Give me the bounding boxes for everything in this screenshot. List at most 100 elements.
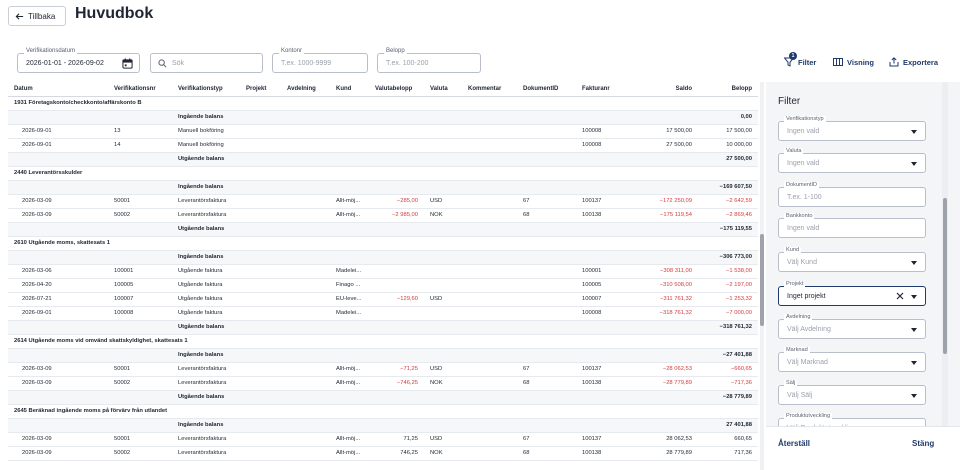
column-header[interactable]: Avdelning — [281, 82, 330, 97]
balance-row[interactable]: Utgående balans 27 500,00 — [8, 152, 758, 167]
column-header[interactable]: Verifikationsnr — [108, 82, 172, 97]
table-cell: −1 538,00 — [698, 264, 758, 279]
columns-icon — [833, 58, 843, 66]
table-cell — [517, 292, 576, 307]
table-cell — [462, 278, 517, 293]
balance-row[interactable]: Ingående balans 0,00 — [8, 110, 758, 125]
reset-button[interactable]: Återställ — [778, 439, 810, 448]
account-group-row[interactable]: 2440 Leverantörsskulder — [8, 166, 758, 181]
amount-input[interactable]: T.ex. 100-200 — [386, 60, 428, 67]
column-header[interactable]: Belopp — [698, 82, 758, 97]
filter-field-value[interactable]: Välj Marknad — [787, 359, 828, 366]
filter-field-valuta[interactable]: Valuta Ingen vald — [778, 148, 926, 173]
table-row[interactable]: 2026-09-01 100008 Utgående faktura Madelei.… — [8, 306, 758, 321]
table-cell — [424, 306, 462, 321]
column-header[interactable]: Saldo — [636, 82, 698, 97]
amount-field[interactable]: Belopp T.ex. 100-200 — [377, 48, 481, 73]
table-cell — [240, 138, 281, 153]
filter-field-value[interactable]: Ingen vald — [787, 225, 819, 232]
balance-label: Ingående balans — [172, 250, 698, 265]
filter-field-verifikationstyp[interactable]: Verifikationstyp Ingen vald — [778, 116, 926, 141]
table-cell — [517, 138, 576, 153]
account-group-row[interactable]: 1931 Företagskonto/checkkonto/affärskont… — [8, 96, 758, 111]
back-button[interactable]: Tillbaka — [8, 6, 66, 26]
close-button[interactable]: Stäng — [912, 439, 934, 448]
filter-field-value[interactable]: Ingen vald — [787, 128, 819, 135]
table-row[interactable]: 2026-03-06 100001 Utgående faktura Madelei.… — [8, 264, 758, 279]
column-header[interactable]: Verifikationstyp — [172, 82, 240, 97]
filter-field-marknad[interactable]: Marknad Välj Marknad — [778, 347, 926, 372]
table-row[interactable]: 2026-03-09 50002 Leverantörsfaktura Allt-mö… — [8, 376, 758, 391]
column-header[interactable]: Valuta — [424, 82, 462, 97]
column-header[interactable]: DokumentID — [517, 82, 576, 97]
chevron-down-icon[interactable] — [911, 361, 917, 365]
balance-row[interactable]: Ingående balans −27 401,88 — [8, 348, 758, 363]
table-row[interactable]: 2026-07-21 100007 Utgående faktura EU-leve.… — [8, 292, 758, 307]
table-cell: −660,65 — [698, 362, 758, 377]
filter-field-value[interactable]: Välj Kund — [787, 259, 817, 266]
filter-field-projekt[interactable]: Projekt Inget projekt — [778, 281, 926, 306]
column-header[interactable]: Projekt — [240, 82, 281, 97]
column-header[interactable]: Fakturanr — [576, 82, 636, 97]
chevron-down-icon[interactable] — [911, 162, 917, 166]
table-row[interactable]: 2026-03-09 50001 Leverantörsfaktura Allt-mö… — [8, 194, 758, 209]
search-field[interactable]: Sök — [150, 53, 263, 73]
column-header[interactable]: Kund — [330, 82, 369, 97]
balance-spacer — [8, 390, 172, 405]
filter-field-value[interactable]: Välj Sälj — [787, 392, 812, 399]
clear-icon[interactable] — [895, 291, 905, 301]
table-cell — [462, 306, 517, 321]
table-row[interactable]: 2026-03-09 50001 Leverantörsfaktura Allt-mö… — [8, 432, 758, 447]
chevron-down-icon[interactable] — [911, 394, 917, 398]
filter-field-dokumentid[interactable]: DokumentID T.ex. 1-100 — [778, 182, 926, 207]
table-row[interactable]: 2026-09-01 13 Manuell bokföring 100008 17 50… — [8, 124, 758, 139]
filter-field-s-lj[interactable]: Sälj Välj Sälj — [778, 380, 926, 405]
table-cell: −717,36 — [698, 376, 758, 391]
chevron-down-icon[interactable] — [911, 130, 917, 134]
filter-field-avdelning[interactable]: Avdelning Välj Avdelning — [778, 314, 926, 339]
filter-field-value[interactable]: T.ex. 1-100 — [787, 194, 822, 201]
table-row[interactable]: 2026-09-01 14 Manuell bokföring 100008 27 50… — [8, 138, 758, 153]
table-cell: 67 — [517, 432, 576, 447]
column-header[interactable]: Datum — [8, 82, 108, 97]
table-scrollbar-thumb[interactable] — [760, 234, 764, 326]
account-group-row[interactable]: 2645 Beräknad ingående moms på förvärv f… — [8, 404, 758, 419]
table-scrollbar[interactable] — [760, 82, 764, 470]
table-cell: 71,25 — [369, 432, 424, 447]
balance-row[interactable]: Utgående balans −318 761,32 — [8, 320, 758, 335]
filter-field-value[interactable]: Välj Avdelning — [787, 326, 831, 333]
filter-panel-scrollbar-thumb[interactable] — [943, 198, 947, 354]
balance-row[interactable]: Ingående balans −169 607,50 — [8, 180, 758, 195]
column-header[interactable]: Kommentar — [462, 82, 517, 97]
column-header[interactable]: Valutabelopp — [369, 82, 424, 97]
account-input[interactable]: T.ex. 1000-9999 — [281, 60, 331, 67]
balance-amount: −306 773,00 — [698, 250, 758, 265]
balance-row[interactable]: Ingående balans −306 773,00 — [8, 250, 758, 265]
account-group-row[interactable]: 2614 Utgående moms vid omvänd skattskyld… — [8, 334, 758, 349]
view-button[interactable]: Visning — [833, 57, 874, 67]
table-row[interactable]: 2026-03-09 50002 Leverantörsfaktura Allt-mö… — [8, 208, 758, 223]
balance-row[interactable]: Ingående balans 27 401,88 — [8, 418, 758, 433]
filter-field-value[interactable]: Inget projekt — [787, 293, 826, 300]
filter-field-bankkonto[interactable]: Bankkonto Ingen vald — [778, 213, 926, 238]
export-button[interactable]: Exportera — [889, 57, 938, 67]
date-range-field[interactable]: Verifikationsdatum 2026-01-01 - 2026-09-… — [17, 48, 140, 73]
account-field[interactable]: Kontonr T.ex. 1000-9999 — [272, 48, 368, 73]
balance-row[interactable]: Utgående balans −28 779,89 — [8, 390, 758, 405]
account-group-row[interactable]: 2610 Utgående moms, skattesats 1 — [8, 236, 758, 251]
balance-row[interactable]: Utgående balans −175 119,55 — [8, 222, 758, 237]
search-input[interactable]: Sök — [172, 60, 184, 67]
table-cell: Allt-möj... — [330, 194, 369, 209]
chevron-down-icon[interactable] — [911, 295, 917, 299]
filter-panel-scrollbar[interactable] — [942, 82, 948, 426]
chevron-down-icon[interactable] — [911, 261, 917, 265]
chevron-down-icon[interactable] — [911, 328, 917, 332]
table-row[interactable]: 2026-04-20 100005 Utgående faktura Finago .… — [8, 278, 758, 293]
filter-field-value[interactable]: Ingen vald — [787, 160, 819, 167]
filter-button[interactable]: 1 Filter — [783, 52, 816, 67]
table-cell — [281, 208, 330, 223]
table-row[interactable]: 2026-03-09 50002 Leverantörsfaktura Allt-mö… — [8, 446, 758, 461]
filter-field-kund[interactable]: Kund Välj Kund — [778, 247, 926, 272]
calendar-icon[interactable] — [122, 58, 133, 69]
table-row[interactable]: 2026-03-09 50001 Leverantörsfaktura Allt-mö… — [8, 362, 758, 377]
